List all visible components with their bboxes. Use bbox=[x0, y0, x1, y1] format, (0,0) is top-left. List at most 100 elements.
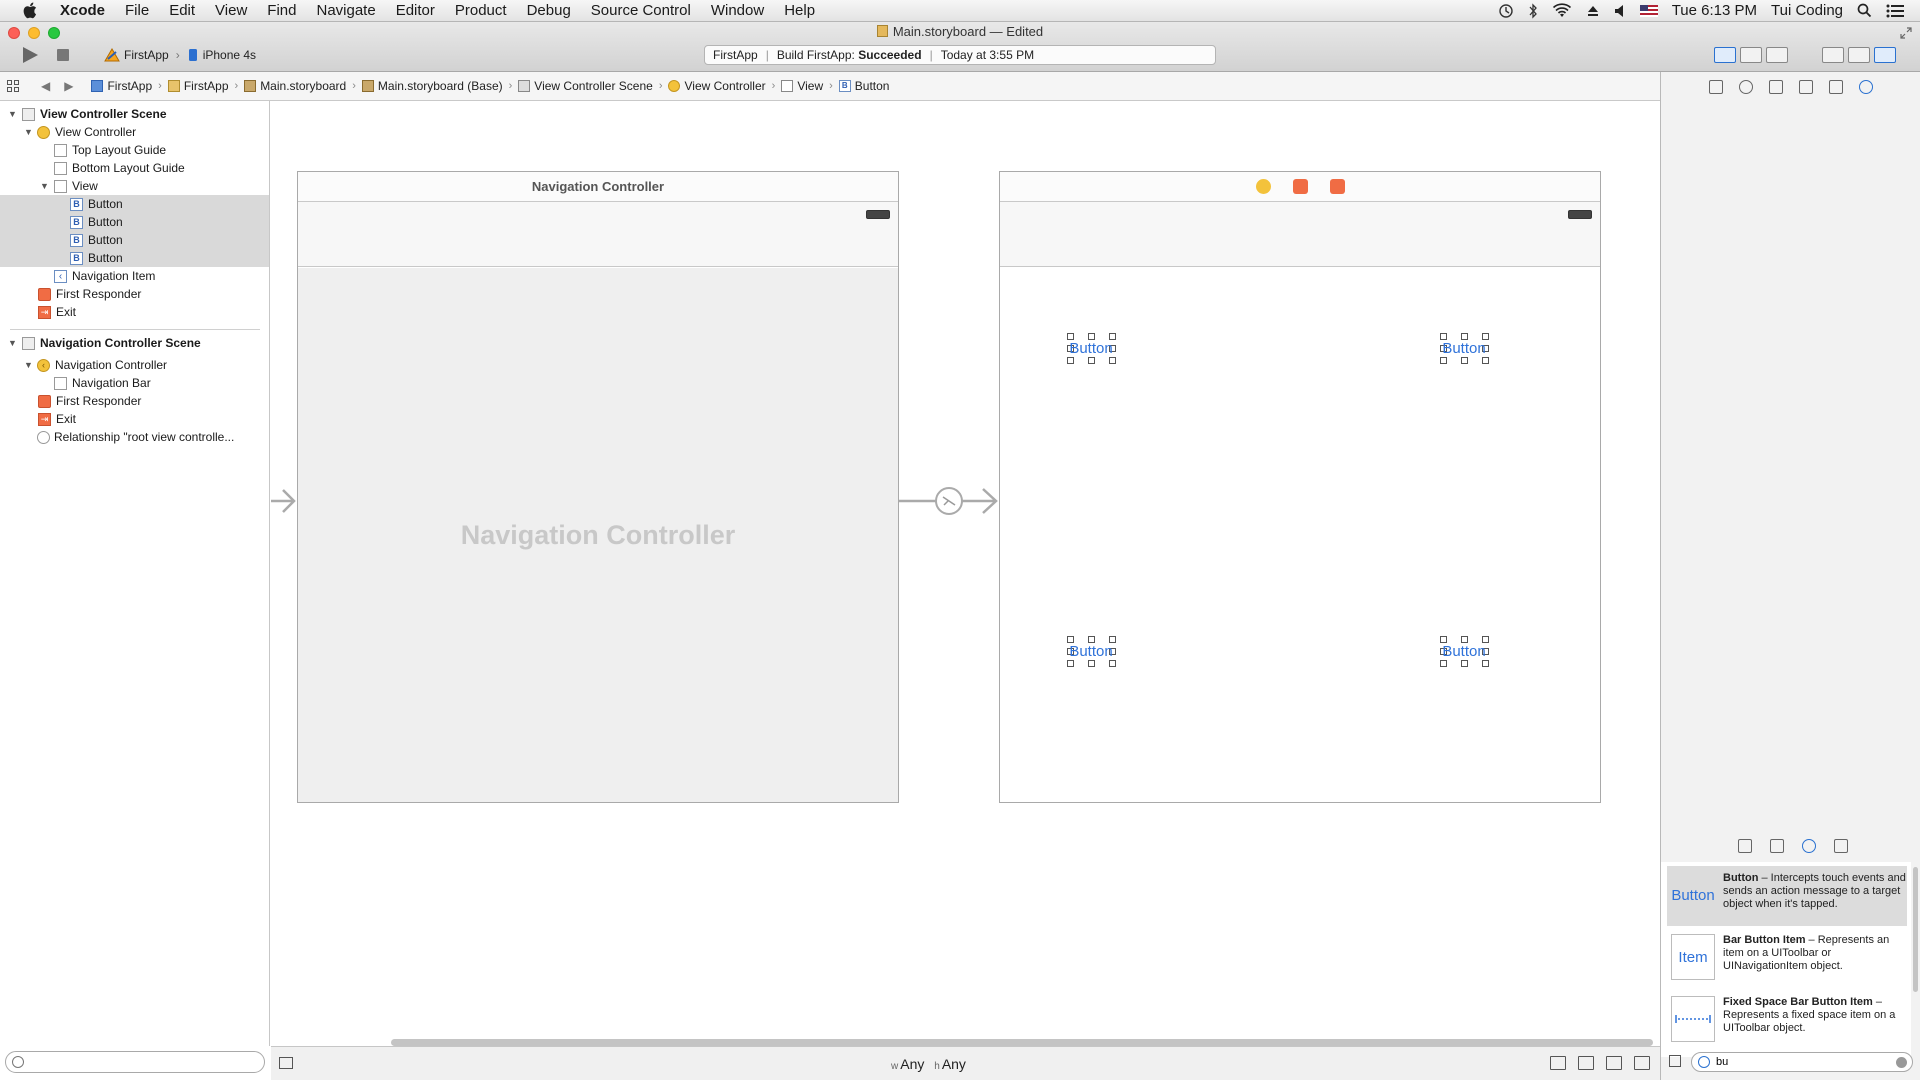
menu-debug[interactable]: Debug bbox=[517, 0, 581, 22]
library-item-fixed-space[interactable]: Fixed Space Bar Button Item – Represents… bbox=[1667, 990, 1907, 1050]
disclosure-triangle-icon[interactable]: ▼ bbox=[40, 181, 50, 191]
outline-view-controller[interactable]: ▼ View Controller bbox=[0, 123, 269, 141]
outline-nc-exit[interactable]: ⇥ Exit bbox=[0, 410, 269, 428]
menu-window[interactable]: Window bbox=[701, 0, 774, 22]
resize-handle[interactable] bbox=[1482, 333, 1489, 340]
view-controller-dock-icon[interactable] bbox=[1255, 179, 1271, 194]
navigation-controller-scene[interactable]: Navigation Controller Navigation Control… bbox=[297, 171, 899, 803]
outline-nc-scene[interactable]: ▼ Navigation Controller Scene bbox=[0, 334, 269, 352]
menu-view[interactable]: View bbox=[205, 0, 257, 22]
crumb-storyboard[interactable]: Main.storyboard bbox=[244, 79, 346, 93]
menubar-user[interactable]: Tui Coding bbox=[1771, 0, 1843, 22]
forward-arrow-icon[interactable]: ▶ bbox=[64, 79, 73, 93]
storyboard-canvas[interactable]: Navigation Controller Navigation Control… bbox=[271, 101, 1660, 1046]
outline-first-responder[interactable]: First Responder bbox=[0, 285, 269, 303]
grid-view-icon[interactable] bbox=[1669, 1055, 1681, 1067]
resize-handle[interactable] bbox=[1482, 636, 1489, 643]
crumb-project[interactable]: FirstApp bbox=[91, 79, 152, 93]
resize-handle[interactable] bbox=[1067, 660, 1074, 667]
size-class-control[interactable]: w Any h Any bbox=[891, 1056, 966, 1072]
resize-handle[interactable] bbox=[1440, 333, 1447, 340]
resize-handle[interactable] bbox=[1088, 333, 1095, 340]
crumb-storyboard-base[interactable]: Main.storyboard (Base) bbox=[361, 79, 503, 93]
menubar-clock[interactable]: Tue 6:13 PM bbox=[1672, 0, 1757, 22]
exit-dock-icon[interactable] bbox=[1329, 179, 1345, 194]
canvas-horizontal-scrollbar[interactable] bbox=[391, 1039, 1653, 1046]
resize-handle[interactable] bbox=[1461, 636, 1468, 643]
standard-editor-icon[interactable] bbox=[1714, 47, 1736, 63]
outline-navigation-bar[interactable]: Navigation Bar bbox=[0, 374, 269, 392]
object-library-icon[interactable] bbox=[1802, 839, 1816, 853]
nav-scene-title[interactable]: Navigation Controller bbox=[298, 172, 898, 202]
crumb-view-controller[interactable]: View Controller bbox=[668, 79, 766, 93]
attributes-inspector-icon[interactable] bbox=[1799, 80, 1813, 94]
outline-vc-scene[interactable]: ▼ View Controller Scene bbox=[0, 105, 269, 123]
root-relationship-segue[interactable] bbox=[899, 486, 999, 516]
resize-handle[interactable] bbox=[1067, 357, 1074, 364]
outline-top-layout-guide[interactable]: Top Layout Guide bbox=[0, 141, 269, 159]
menu-navigate[interactable]: Navigate bbox=[306, 0, 385, 22]
code-snippet-library-icon[interactable] bbox=[1770, 839, 1784, 853]
quick-help-icon[interactable] bbox=[1739, 80, 1753, 94]
library-item-button[interactable]: Button Button – Intercepts touch events … bbox=[1667, 866, 1907, 926]
scheme-name[interactable]: FirstApp bbox=[124, 48, 169, 62]
apple-menu-icon[interactable] bbox=[18, 0, 40, 22]
resize-handle[interactable] bbox=[1109, 660, 1116, 667]
resize-handle[interactable] bbox=[1067, 333, 1074, 340]
resolve-issues-icon[interactable] bbox=[1634, 1056, 1650, 1070]
us-flag-icon[interactable] bbox=[1639, 4, 1658, 17]
library-scrollbar[interactable] bbox=[1913, 867, 1918, 992]
resize-handle[interactable] bbox=[1109, 636, 1116, 643]
disclosure-triangle-icon[interactable]: ▼ bbox=[8, 338, 18, 348]
scheme-selector[interactable]: FirstApp › iPhone 4s bbox=[104, 48, 256, 62]
eject-icon[interactable] bbox=[1586, 4, 1600, 18]
stack-icon[interactable] bbox=[1550, 1056, 1566, 1070]
identity-inspector-icon[interactable] bbox=[1769, 80, 1783, 94]
debug-area-toggle-icon[interactable] bbox=[1848, 47, 1870, 63]
crumb-group[interactable]: FirstApp bbox=[167, 79, 229, 93]
assistant-editor-icon[interactable] bbox=[1740, 47, 1762, 63]
resize-handle[interactable] bbox=[1461, 333, 1468, 340]
disclosure-triangle-icon[interactable]: ▼ bbox=[24, 127, 34, 137]
outline-toggle-icon[interactable] bbox=[279, 1057, 293, 1069]
time-machine-icon[interactable] bbox=[1498, 3, 1514, 19]
resize-handle[interactable] bbox=[1109, 357, 1116, 364]
vc-scene-dock[interactable] bbox=[1000, 172, 1600, 202]
resize-handle[interactable] bbox=[1482, 660, 1489, 667]
volume-icon[interactable] bbox=[1614, 4, 1626, 18]
outline-button[interactable]: B Button bbox=[0, 213, 269, 231]
notification-center-icon[interactable] bbox=[1886, 4, 1904, 18]
outline-relationship[interactable]: Relationship "root view controlle... bbox=[0, 428, 269, 446]
canvas-button-top-right[interactable]: Button bbox=[1440, 333, 1489, 364]
align-icon[interactable] bbox=[1578, 1056, 1594, 1070]
media-library-icon[interactable] bbox=[1834, 839, 1848, 853]
menu-source-control[interactable]: Source Control bbox=[581, 0, 701, 22]
pin-icon[interactable] bbox=[1606, 1056, 1622, 1070]
library-filter-input[interactable] bbox=[1716, 1056, 1886, 1068]
stop-button[interactable] bbox=[57, 49, 69, 61]
menu-app-name[interactable]: Xcode bbox=[50, 0, 115, 22]
wifi-icon[interactable] bbox=[1552, 2, 1572, 19]
disclosure-triangle-icon[interactable]: ▼ bbox=[24, 360, 34, 370]
resize-handle[interactable] bbox=[1088, 660, 1095, 667]
outline-filter-field[interactable] bbox=[5, 1051, 265, 1073]
view-controller-scene[interactable]: Button Button Button Button bbox=[999, 171, 1601, 803]
canvas-button-bottom-right[interactable]: Button bbox=[1440, 636, 1489, 667]
outline-navigation-item[interactable]: ‹ Navigation Item bbox=[0, 267, 269, 285]
library-filter-field[interactable] bbox=[1691, 1052, 1913, 1072]
related-items-icon[interactable] bbox=[7, 80, 19, 92]
resize-handle[interactable] bbox=[1440, 636, 1447, 643]
connections-inspector-icon[interactable] bbox=[1859, 80, 1873, 94]
bluetooth-icon[interactable] bbox=[1528, 2, 1538, 19]
spotlight-icon[interactable] bbox=[1857, 3, 1872, 18]
menu-help[interactable]: Help bbox=[774, 0, 825, 22]
menu-edit[interactable]: Edit bbox=[159, 0, 205, 22]
menu-find[interactable]: Find bbox=[257, 0, 306, 22]
resize-handle[interactable] bbox=[1109, 333, 1116, 340]
file-inspector-icon[interactable] bbox=[1709, 80, 1723, 94]
size-inspector-icon[interactable] bbox=[1829, 80, 1843, 94]
crumb-scene[interactable]: View Controller Scene bbox=[518, 79, 653, 93]
clear-filter-icon[interactable] bbox=[1896, 1056, 1907, 1068]
outline-button[interactable]: B Button bbox=[0, 195, 269, 213]
crumb-view[interactable]: View bbox=[781, 79, 823, 93]
